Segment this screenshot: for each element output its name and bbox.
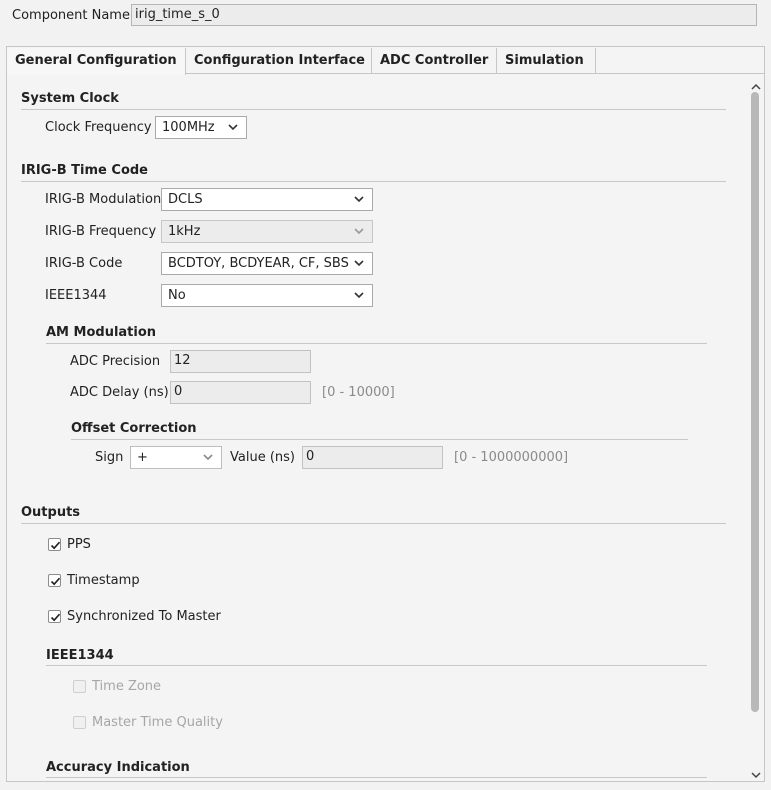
checkmark-icon <box>50 613 61 622</box>
irig-code-select[interactable]: BCDTOY, BCDYEAR, CF, SBS <box>161 252 373 275</box>
tab-general-configuration[interactable]: General Configuration <box>7 48 186 75</box>
component-name-label: Component Name <box>12 8 130 23</box>
irig-modulation-value: DCLS <box>168 192 203 207</box>
irig-modulation-label: IRIG-B Modulation <box>45 192 162 207</box>
time-zone-label[interactable]: Time Zone <box>92 679 161 695</box>
checkmark-icon <box>50 577 61 586</box>
tab-adc-controller[interactable]: ADC Controller <box>372 48 497 74</box>
chevron-down-icon <box>353 192 365 210</box>
irig-frequency-value: 1kHz <box>168 224 201 239</box>
irig-modulation-select[interactable]: DCLS <box>161 188 373 211</box>
timestamp-label[interactable]: Timestamp <box>67 573 140 589</box>
irig-code-value: BCDTOY, BCDYEAR, CF, SBS <box>168 256 349 271</box>
adc-precision-input[interactable]: 12 <box>170 350 311 373</box>
tab-simulation[interactable]: Simulation <box>497 48 596 74</box>
master-time-quality-label[interactable]: Master Time Quality <box>92 715 223 731</box>
irig-frequency-select[interactable]: 1kHz <box>161 220 373 243</box>
tab-configuration-interface[interactable]: Configuration Interface <box>186 48 372 74</box>
irig-divider <box>21 181 726 182</box>
ieee1344-divider <box>46 665 707 666</box>
am-modulation-title: AM Modulation <box>46 325 157 340</box>
outputs-divider <box>21 523 726 524</box>
am-modulation-divider <box>46 343 707 344</box>
irig-code-label: IRIG-B Code <box>45 256 123 271</box>
checkmark-icon <box>50 541 61 550</box>
ieee1344-title: IEEE1344 <box>46 648 114 663</box>
irig-title: IRIG-B Time Code <box>21 163 148 178</box>
system-clock-divider <box>21 109 726 110</box>
sign-label: Sign <box>95 450 124 465</box>
sign-value: + <box>137 450 148 465</box>
offset-correction-title: Offset Correction <box>71 421 197 436</box>
clock-frequency-select[interactable]: 100MHz <box>155 116 247 139</box>
synchronized-to-master-label[interactable]: Synchronized To Master <box>67 609 221 625</box>
adc-delay-range: [0 - 10000] <box>322 385 395 400</box>
synchronized-to-master-checkbox[interactable] <box>48 610 61 623</box>
chevron-down-icon <box>202 450 214 468</box>
adc-delay-input[interactable]: 0 <box>170 381 311 404</box>
adc-precision-label: ADC Precision <box>70 354 161 369</box>
clock-frequency-value: 100MHz <box>162 120 215 135</box>
sign-select[interactable]: + <box>130 446 222 469</box>
time-zone-checkbox[interactable] <box>73 680 86 693</box>
chevron-down-icon <box>353 256 365 274</box>
clock-frequency-label: Clock Frequency <box>45 120 152 135</box>
timestamp-checkbox[interactable] <box>48 574 61 587</box>
scrollbar-thumb[interactable] <box>751 92 759 712</box>
system-clock-title: System Clock <box>21 91 119 106</box>
irig-frequency-label: IRIG-B Frequency <box>45 224 157 239</box>
offset-correction-divider <box>71 439 688 440</box>
chevron-down-icon <box>353 288 365 306</box>
adc-delay-label: ADC Delay (ns) <box>70 385 169 400</box>
outputs-title: Outputs <box>21 505 81 520</box>
accuracy-indication-divider <box>46 777 707 778</box>
scroll-down-icon[interactable] <box>751 768 761 783</box>
pps-label[interactable]: PPS <box>67 537 91 553</box>
offset-value-input[interactable]: 0 <box>302 446 443 469</box>
chevron-down-icon <box>227 120 239 138</box>
ieee1344-value: No <box>168 288 186 303</box>
ieee1344-select[interactable]: No <box>161 284 373 307</box>
offset-value-range: [0 - 1000000000] <box>454 450 569 465</box>
master-time-quality-checkbox[interactable] <box>73 716 86 729</box>
chevron-down-icon <box>353 224 365 242</box>
config-panel <box>6 46 765 782</box>
ieee1344-label: IEEE1344 <box>45 288 107 303</box>
component-name-input[interactable]: irig_time_s_0 <box>131 4 757 26</box>
pps-checkbox[interactable] <box>48 538 61 551</box>
accuracy-indication-title: Accuracy Indication <box>46 760 190 775</box>
offset-value-label: Value (ns) <box>230 450 295 465</box>
